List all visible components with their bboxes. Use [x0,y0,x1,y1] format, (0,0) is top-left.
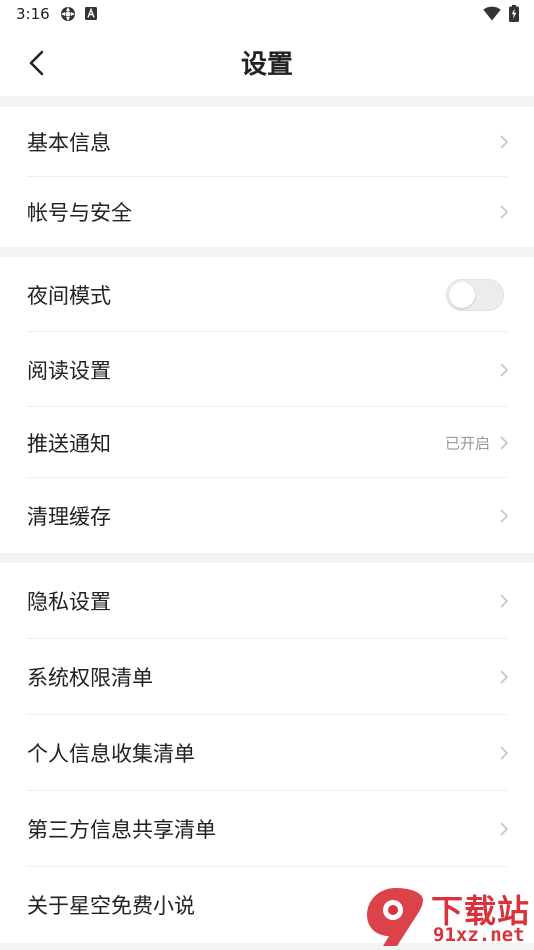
header: 设置 [0,28,534,96]
settings-item-label: 夜间模式 [27,283,111,308]
chevron-right-icon [500,362,509,377]
settings-item-system-permissions[interactable]: 系统权限清单 [0,639,534,715]
chevron-right-icon [500,594,509,608]
battery-charging-icon [509,5,519,22]
chevron-right-icon [500,205,509,219]
wifi-icon [483,6,501,21]
settings-item-label: 基本信息 [27,131,111,155]
watermark-logo [367,888,423,946]
settings-item-push-notification[interactable]: 推送通知 已开启 [0,407,534,478]
settings-item-label: 清理缓存 [27,504,111,529]
push-status-value: 已开启 [444,434,490,452]
settings-item-personal-info-list[interactable]: 个人信息收集清单 [0,715,534,791]
status-bar: 3:16 [0,0,534,28]
night-mode-toggle[interactable] [446,278,504,311]
chevron-right-icon [500,435,509,450]
settings-item-clear-cache[interactable]: 清理缓存 [0,478,534,553]
settings-item-label: 第三方信息共享清单 [27,818,216,842]
settings-item-label: 系统权限清单 [27,666,153,690]
settings-group-account: 基本信息 帐号与安全 [0,107,534,247]
watermark-url: 91xz.net [433,924,525,946]
settings-item-label: 帐号与安全 [27,201,132,225]
status-time: 3:16 [16,5,50,23]
settings-item-label: 推送通知 [27,431,111,456]
chevron-right-icon [500,135,509,149]
chevron-right-icon [500,822,509,836]
settings-item-reading[interactable]: 阅读设置 [0,332,534,407]
settings-item-label: 个人信息收集清单 [27,742,195,766]
settings-item-account-security[interactable]: 帐号与安全 [0,177,534,247]
watermark: 下载站 91xz.net [363,884,534,950]
page-title: 设置 [240,50,293,80]
a-letter-icon [85,7,97,20]
settings-item-privacy[interactable]: 隐私设置 [0,563,534,639]
settings-item-third-party-sharing[interactable]: 第三方信息共享清单 [0,791,534,867]
settings-item-label: 阅读设置 [27,358,111,383]
settings-item-night-mode: 夜间模式 [0,257,534,332]
settings-item-basic-info[interactable]: 基本信息 [0,107,534,177]
settings-item-label: 关于星空免费小说 [27,894,195,918]
toggle-knob [449,281,475,308]
chevron-right-icon [500,746,509,760]
settings-group-general: 夜间模式 阅读设置 推送通知 已开启 清理缓存 [0,257,534,553]
app-notification-icon [61,7,75,21]
chevron-right-icon [500,670,509,684]
chevron-right-icon [500,508,509,523]
settings-item-label: 隐私设置 [27,590,111,614]
